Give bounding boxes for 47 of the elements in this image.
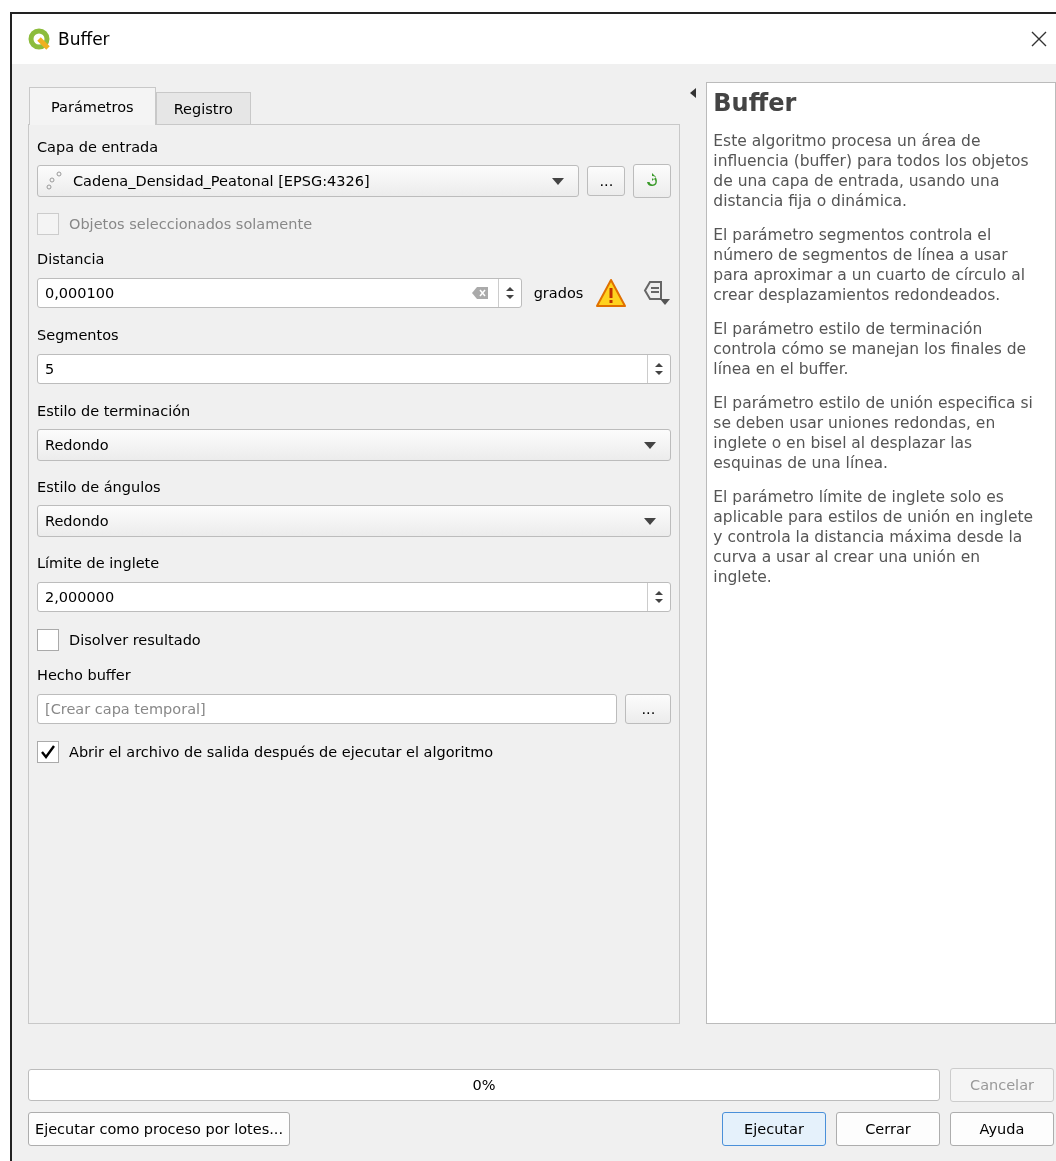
- collapse-arrow-icon[interactable]: [690, 88, 697, 98]
- browse-button[interactable]: ...: [587, 166, 626, 196]
- layer-dropdown[interactable]: Cadena_Densidad_Peatonal [EPSG:4326]: [37, 165, 580, 197]
- batch-button[interactable]: Ejecutar como proceso por lotes...: [28, 1112, 291, 1146]
- field-label: Límite de inglete: [37, 554, 161, 573]
- tab[interactable]: Parámetros: [29, 87, 156, 125]
- close-icon[interactable]: [1030, 30, 1048, 48]
- field-label: Segmentos: [37, 326, 120, 345]
- field-label: Distancia: [37, 250, 106, 269]
- spin-arrows-icon[interactable]: [504, 285, 515, 301]
- progress-reading: 0%: [472, 1077, 496, 1093]
- field-label: Estilo de terminación: [37, 402, 192, 421]
- number-field[interactable]: 2,000000: [37, 582, 672, 612]
- dialog-button[interactable]: Cerrar: [836, 1112, 940, 1146]
- help-paragraph: El parámetro límite de inglete solo es aplicable para estilos de unión en inglete y controla la distancia máxima desde la curva a usar al crear una unión en inglete.: [713, 487, 1035, 587]
- dropdown[interactable]: Redondo: [37, 429, 672, 461]
- window-title: Buffer: [58, 29, 111, 49]
- checkbox-label: Disolver resultado: [69, 632, 201, 648]
- checkbox[interactable]: [37, 741, 59, 763]
- caret-icon: [552, 177, 565, 185]
- help-paragraph: El parámetro estilo de unión especifica si se deben usar uniones redondas, en inglete o en bisel al desplazar las esquinas de una línea.: [713, 393, 1034, 473]
- dropdown[interactable]: Redondo: [37, 505, 672, 537]
- dialog-button[interactable]: Ayuda: [950, 1112, 1054, 1146]
- help-paragraph: Este algoritmo procesa un área de influencia (buffer) para todos los objetos de una capa de entrada, usando una distancia fija o dinámica.: [713, 131, 1030, 211]
- help-paragraph: El parámetro estilo de terminación controla cómo se manejan los finales de línea en el buffer.: [713, 319, 1028, 379]
- number-field[interactable]: 5: [37, 354, 672, 384]
- field-label: Capa de entrada: [37, 138, 160, 157]
- distance-field[interactable]: 0,000100: [37, 278, 522, 308]
- field-label: Estilo de ángulos: [37, 478, 162, 497]
- data-defined-icon[interactable]: [641, 279, 672, 307]
- help-title: Buffer: [713, 89, 798, 117]
- unit-label: grados: [532, 285, 585, 301]
- browse-button[interactable]: ...: [625, 694, 672, 724]
- tab[interactable]: Registro: [155, 92, 251, 124]
- field-label: Hecho buffer: [37, 666, 132, 685]
- warning-icon: [595, 278, 628, 308]
- caret-icon: [644, 441, 657, 449]
- caret-icon: [644, 517, 657, 525]
- app-logo-icon: [28, 28, 50, 50]
- output-field[interactable]: [Crear capa temporal]: [37, 694, 618, 724]
- checkbox-label: Objetos seleccionados solamente: [69, 216, 313, 232]
- help-paragraph: El parámetro segmentos controla el número de segmentos de línea a usar para aproximar a un cuarto de círculo al crear desplazamientos redondeados.: [713, 225, 1026, 305]
- checkbox-label: Abrir el archivo de salida después de ejecutar el algoritmo: [69, 744, 494, 760]
- spin-arrows-icon[interactable]: [654, 361, 665, 377]
- spin-arrows-icon[interactable]: [654, 589, 665, 605]
- checkbox[interactable]: [37, 629, 59, 651]
- dialog-button[interactable]: Ejecutar: [722, 1112, 826, 1146]
